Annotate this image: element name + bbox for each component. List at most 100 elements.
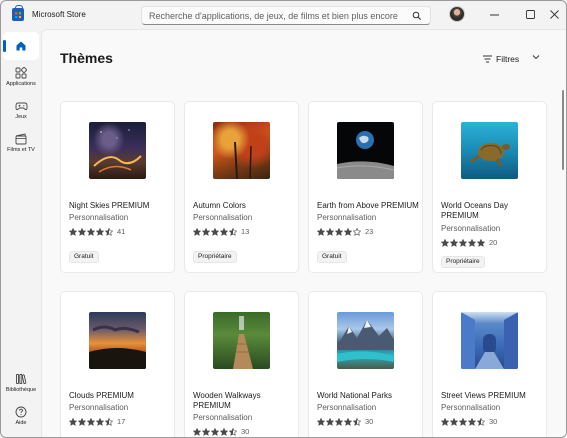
rating-count: 30 (241, 427, 250, 436)
theme-title: Night Skies PREMIUM (69, 201, 150, 210)
star-half-icon (105, 418, 113, 426)
sidebar-item-movies[interactable]: Films et TV (3, 133, 39, 153)
star-full-icon (69, 228, 77, 236)
theme-title: Street Views PREMIUM (441, 391, 526, 400)
scrollbar[interactable] (562, 90, 564, 170)
theme-category: Personnalisation (193, 213, 253, 222)
gamepad-icon (15, 102, 27, 111)
minimize-button[interactable] (477, 1, 513, 29)
star-full-icon (96, 228, 104, 236)
theme-category: Personnalisation (193, 413, 253, 422)
theme-card[interactable]: World Oceans Day PREMIUM Personnalisatio… (432, 101, 547, 273)
theme-card[interactable]: World National Parks Personnalisation 30 (308, 291, 423, 437)
search-input[interactable]: Recherche d'applications, de jeux, de fi… (141, 6, 431, 25)
rating-count: 30 (489, 417, 498, 426)
theme-category: Personnalisation (69, 403, 129, 412)
theme-title: Autumn Colors (193, 201, 246, 210)
rating-stars: 23 (317, 228, 373, 237)
star-full-icon (335, 418, 343, 426)
theme-category: Personnalisation (317, 403, 377, 412)
store-window: Microsoft Store Recherche d'applications… (0, 0, 567, 438)
theme-title: Earth from Above PREMIUM (317, 201, 419, 210)
theme-card[interactable]: Clouds PREMIUM Personnalisation 17 (60, 291, 175, 437)
price-badge: Gratuit (317, 251, 347, 263)
wooden-walkway-image (233, 316, 253, 369)
theme-category: Personnalisation (441, 224, 501, 233)
rating-stars: 17 (69, 418, 125, 427)
theme-card[interactable]: Night Skies PREMIUM Personnalisation 41 … (60, 101, 175, 273)
star-full-icon (441, 239, 449, 247)
sidebar-item-apps[interactable]: Applications (3, 67, 39, 87)
star-half-icon (229, 228, 237, 236)
star-half-icon (353, 418, 361, 426)
search-placeholder: Recherche d'applications, de jeux, de fi… (149, 11, 398, 21)
star-full-icon (468, 239, 476, 247)
maximize-icon (526, 10, 535, 19)
star-full-icon (477, 239, 485, 247)
search-icon[interactable] (412, 11, 422, 21)
earth-image (337, 131, 394, 179)
rating-stars: 30 (317, 418, 373, 427)
sidebar-item-label: Aide (15, 420, 27, 426)
rating-count: 30 (365, 417, 374, 426)
clouds-image (89, 325, 146, 369)
theme-thumbnail (461, 312, 518, 369)
star-full-icon (96, 418, 104, 426)
theme-thumbnail (89, 312, 146, 369)
star-full-icon (193, 228, 201, 236)
sidebar-item-home[interactable] (3, 32, 39, 60)
sidebar-item-label: Applications (6, 81, 36, 87)
star-full-icon (459, 239, 467, 247)
theme-card[interactable]: Autumn Colors Personnalisation 13 Propri… (184, 101, 299, 273)
star-full-icon (78, 418, 86, 426)
star-full-icon (78, 228, 86, 236)
sidebar-item-label: Bibliothèque (5, 387, 37, 393)
theme-thumbnail (461, 122, 518, 179)
sidebar-item-library[interactable]: Bibliothèque (3, 373, 39, 393)
star-half-icon (105, 228, 113, 236)
autumn-image (234, 141, 252, 179)
rating-count: 20 (489, 238, 498, 247)
library-icon (16, 374, 27, 384)
star-full-icon (317, 228, 325, 236)
rating-stars: 20 (441, 239, 497, 248)
star-half-icon (229, 428, 237, 436)
star-full-icon (220, 228, 228, 236)
night-skies-image (93, 129, 142, 173)
theme-card[interactable]: Wooden Walkways PREMIUM Personnalisation… (184, 291, 299, 437)
star-full-icon (220, 428, 228, 436)
sidebar-item-label: Jeux (15, 114, 27, 120)
star-full-icon (326, 418, 334, 426)
sidebar-item-help[interactable]: Aide (3, 406, 39, 426)
theme-category: Personnalisation (69, 213, 129, 222)
active-indicator (3, 40, 6, 52)
theme-card[interactable]: Street Views PREMIUM Personnalisation 30 (432, 291, 547, 437)
sidebar-item-games[interactable]: Jeux (3, 100, 39, 120)
page-title: Thèmes (60, 50, 113, 66)
star-full-icon (211, 228, 219, 236)
star-full-icon (335, 228, 343, 236)
star-full-icon (441, 418, 449, 426)
star-full-icon (317, 418, 325, 426)
star-full-icon (202, 428, 210, 436)
price-badge: Propriétaire (441, 256, 485, 268)
rating-count: 41 (117, 227, 126, 236)
star-full-icon (193, 428, 201, 436)
theme-title: Wooden Walkways PREMIUM (193, 391, 261, 410)
star-full-icon (450, 418, 458, 426)
theme-thumbnail (337, 312, 394, 369)
sidebar: Applications Jeux Films et TV Bibliothèq… (1, 29, 41, 437)
rating-count: 23 (365, 227, 374, 236)
national-park-image (337, 320, 394, 362)
price-badge: Gratuit (69, 251, 99, 263)
theme-card[interactable]: Earth from Above PREMIUM Personnalisatio… (308, 101, 423, 273)
star-full-icon (202, 228, 210, 236)
theme-thumbnail (213, 312, 270, 369)
rating-stars: 30 (441, 418, 497, 427)
star-full-icon (450, 239, 458, 247)
chevron-down-icon[interactable] (532, 54, 540, 60)
user-avatar[interactable] (449, 6, 465, 22)
rating-count: 17 (117, 417, 126, 426)
close-button[interactable] (537, 1, 566, 29)
home-icon (16, 41, 26, 51)
